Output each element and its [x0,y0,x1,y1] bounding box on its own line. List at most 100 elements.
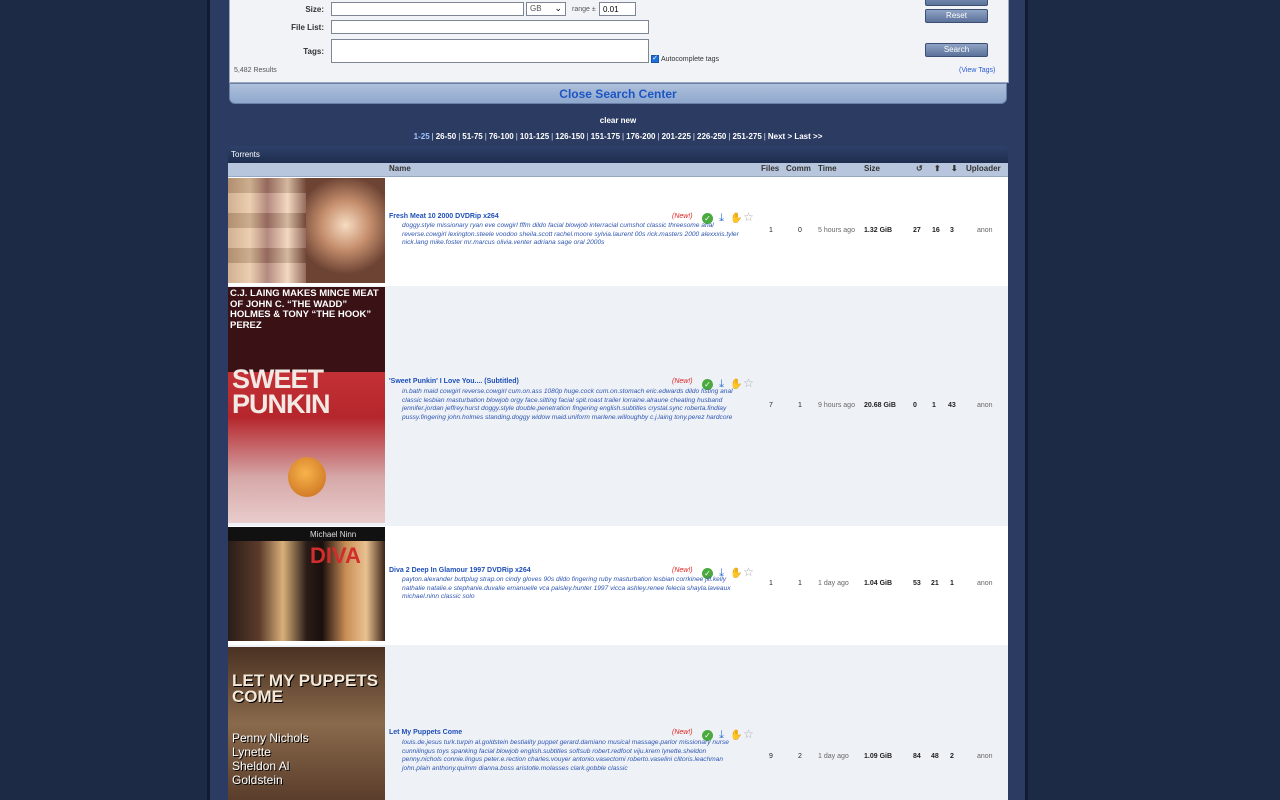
table-row: Michael Ninn DIVA Diva 2 Deep In Glamour… [228,526,1008,645]
torrents-header: Torrents [228,146,1008,163]
pager-separator: | [515,132,518,141]
pager-separator: | [551,132,554,141]
uploader-name: anon [977,402,993,409]
pager-link[interactable]: 51-75 [462,132,482,141]
seeders-count: 16 [932,227,940,234]
size-input[interactable] [331,2,524,16]
filelist-input[interactable] [331,20,649,34]
time-added: 9 hours ago [818,402,855,409]
col-comm[interactable]: Comm [786,164,811,173]
thumb-title: DIVA [310,543,361,568]
thumbnail-image[interactable]: Michael Ninn DIVA [228,527,385,641]
seeders-icon[interactable]: ⬆ [934,164,941,173]
col-name[interactable]: Name [389,164,411,173]
new-badge: (New!) [672,567,693,574]
view-tags-link[interactable]: (View Tags) [959,67,995,74]
torrent-tags[interactable]: payton.alexander buttplug strap.on cindy… [402,576,742,602]
size-unit-select[interactable]: GB ⌄ [526,2,566,16]
torrent-tags[interactable]: in.bath maid cowgirl reverse.cowgirl cum… [402,388,742,422]
chevron-down-icon: ⌄ [554,3,562,13]
torrent-tags[interactable]: louis.de.jesus turk.turpin al.goldstein … [402,739,742,773]
search-center-panel: Size: GB ⌄ range ± File List: Tags: ✓ Aut… [229,0,1009,83]
star-icon[interactable]: ☆ [743,728,754,740]
table-row: Fresh Meat 10 2000 DVDRip x264 (New!) ✓ … [228,177,1008,286]
col-size[interactable]: Size [864,164,880,173]
torrent-name-link[interactable]: Fresh Meat 10 2000 DVDRip x264 [389,213,499,220]
pager-separator: | [586,132,589,141]
snatched-count: 53 [913,580,921,587]
size-unit-value: GB [530,4,542,13]
seeders-count: 1 [932,402,936,409]
thumb-title: LET MY PUPPETS COME [232,671,379,706]
files-count: 1 [769,227,773,234]
pager-separator: | [692,132,695,141]
snatched-count: 0 [913,402,917,409]
thumbnail-image[interactable]: C.J. LAING MAKES MINCE MEAT OF JOHN C. “… [228,287,385,523]
pager-link[interactable]: Last >> [794,132,822,141]
filelist-label: File List: [291,23,324,32]
pager-separator: | [431,132,434,141]
seeders-count: 48 [931,753,939,760]
time-added: 1 day ago [818,580,849,587]
clear-new-link[interactable]: clear new [229,116,1007,125]
files-count: 7 [769,402,773,409]
pager-link[interactable]: 251-275 [732,132,761,141]
col-uploader[interactable]: Uploader [966,164,1001,173]
tags-label: Tags: [303,47,324,56]
torrent-size: 1.09 GiB [864,753,893,760]
torrent-name-link[interactable]: 'Sweet Punkin' I Love You.... (Subtitled… [389,378,519,385]
torrent-size: 1.32 GiB [864,227,893,234]
seeders-count: 21 [931,580,939,587]
thumb-names: Penny Nichols Lynette Sheldon Al Goldste… [232,731,309,787]
pagination: 1-25 | 26-50 | 51-75 | 76-100 | 101-125 | 126-150 |… [229,132,1007,141]
star-icon[interactable]: ☆ [743,566,754,578]
table-row: C.J. LAING MAKES MINCE MEAT OF JOHN C. “… [228,286,1008,526]
pager-link[interactable]: 1-25 [414,132,430,141]
thumb-sub: Michael Ninn [310,530,357,539]
size-label: Size: [305,5,324,14]
pager-link[interactable]: 201-225 [662,132,691,141]
new-badge: (New!) [672,729,693,736]
pager-link[interactable]: 176-200 [626,132,655,141]
pager-link[interactable]: 76-100 [489,132,514,141]
col-time[interactable]: Time [818,164,837,173]
pager-link[interactable]: 226-250 [697,132,726,141]
pager-link[interactable]: 151-175 [591,132,620,141]
thumbnail-image[interactable]: LET MY PUPPETS COME Penny Nichols Lynett… [228,647,385,800]
torrent-size: 1.04 GiB [864,580,893,587]
close-search-center[interactable]: Close Search Center [229,83,1007,104]
torrent-name-link[interactable]: Diva 2 Deep In Glamour 1997 DVDRip x264 [389,567,531,574]
search-button[interactable]: Search [925,43,988,57]
comments-count: 2 [798,753,802,760]
snatched-count: 27 [913,227,921,234]
leechers-icon[interactable]: ⬇ [951,164,958,173]
torrent-tags[interactable]: doggy.style missionary ryan eve cowgirl … [402,222,742,248]
range-input[interactable] [599,2,636,16]
column-headers: Name Files Comm Time Size ↺ ⬆ ⬇ Uploader [228,163,1008,177]
pager-separator: | [484,132,487,141]
autocomplete-checkbox[interactable]: ✓ [651,55,659,63]
col-files[interactable]: Files [761,164,779,173]
pager-link[interactable]: 26-50 [436,132,456,141]
top-partial-button[interactable] [925,0,988,6]
time-added: 1 day ago [818,753,849,760]
pager-link[interactable]: Next > [768,132,792,141]
thumb-caption: C.J. LAING MAKES MINCE MEAT OF JOHN C. “… [230,288,379,331]
snatched-icon[interactable]: ↺ [916,164,923,173]
torrent-size: 20.68 GiB [864,402,896,409]
pager-separator: | [458,132,461,141]
star-icon[interactable]: ☆ [743,211,754,223]
uploader-name: anon [977,580,993,587]
pager-link[interactable]: 126-150 [555,132,584,141]
star-icon[interactable]: ☆ [743,377,754,389]
comments-count: 1 [798,580,802,587]
tags-textarea[interactable] [331,39,649,63]
comments-count: 1 [798,402,802,409]
leechers-count: 2 [950,753,954,760]
new-badge: (New!) [672,378,693,385]
pager-link[interactable]: 101-125 [520,132,549,141]
torrent-name-link[interactable]: Let My Puppets Come [389,729,462,736]
autocomplete-label: Autocomplete tags [661,56,719,63]
reset-button[interactable]: Reset [925,9,988,23]
thumbnail-image[interactable] [228,178,385,283]
